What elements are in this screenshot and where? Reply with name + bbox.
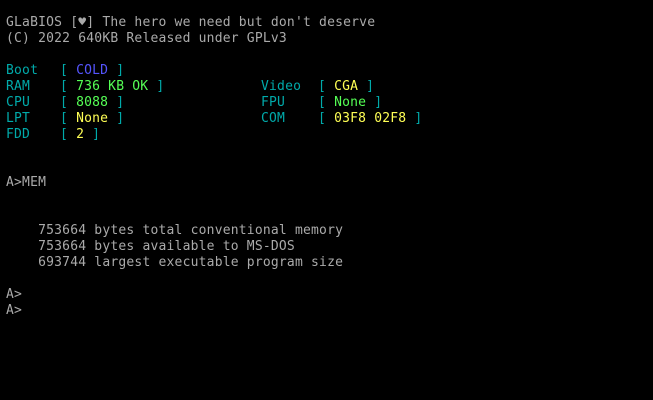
fpu-value: None <box>334 95 367 110</box>
ram-value: 736 KB OK <box>76 79 149 94</box>
boot-label: Boot <box>6 63 39 78</box>
sysinfo-fpu-row: FPU[ None ] <box>261 95 383 110</box>
sysinfo-com-row: COM[ 03F8 02F8 ] <box>261 111 423 126</box>
prompt-line: A> <box>6 287 23 302</box>
sysinfo-video-row: Video[ CGA ] <box>261 79 375 94</box>
com-value: 03F8 02F8 <box>334 111 407 126</box>
sysinfo-boot-row: Boot[ COLD ] <box>6 63 125 78</box>
fpu-label: FPU <box>261 95 286 110</box>
mem-total-line: 753664 bytes total conventional memory <box>6 223 344 238</box>
command-line-mem: A>MEM <box>6 175 47 190</box>
com-label: COM <box>261 111 286 126</box>
cpu-value: 8088 <box>76 95 109 110</box>
mem-largest-line: 693744 largest executable program size <box>6 255 344 270</box>
bios-banner-line: GLaBIOS [♥] The hero we need but don't d… <box>6 15 376 30</box>
boot-value: COLD <box>76 63 109 78</box>
sysinfo-cpu-row: CPU[ 8088 ] <box>6 95 125 110</box>
lpt-value: None <box>76 111 109 126</box>
video-label: Video <box>261 79 302 94</box>
fdd-value: 2 <box>76 127 85 142</box>
video-value: CGA <box>334 79 359 94</box>
lpt-label: LPT <box>6 111 31 126</box>
sysinfo-fdd-row: FDD[ 2 ] <box>6 127 101 142</box>
fdd-label: FDD <box>6 127 31 142</box>
ram-label: RAM <box>6 79 31 94</box>
mem-available-line: 753664 bytes available to MS-DOS <box>6 239 295 254</box>
dos-terminal-screen[interactable]: GLaBIOS [♥] The hero we need but don't d… <box>0 0 653 400</box>
prompt-line-active[interactable]: A> <box>6 303 22 319</box>
sysinfo-ram-row: RAM[ 736 KB OK ] <box>6 79 165 94</box>
sysinfo-lpt-row: LPT[ None ] <box>6 111 125 126</box>
cpu-label: CPU <box>6 95 31 110</box>
bios-copyright-line: (C) 2022 640KB Released under GPLv3 <box>6 31 287 46</box>
